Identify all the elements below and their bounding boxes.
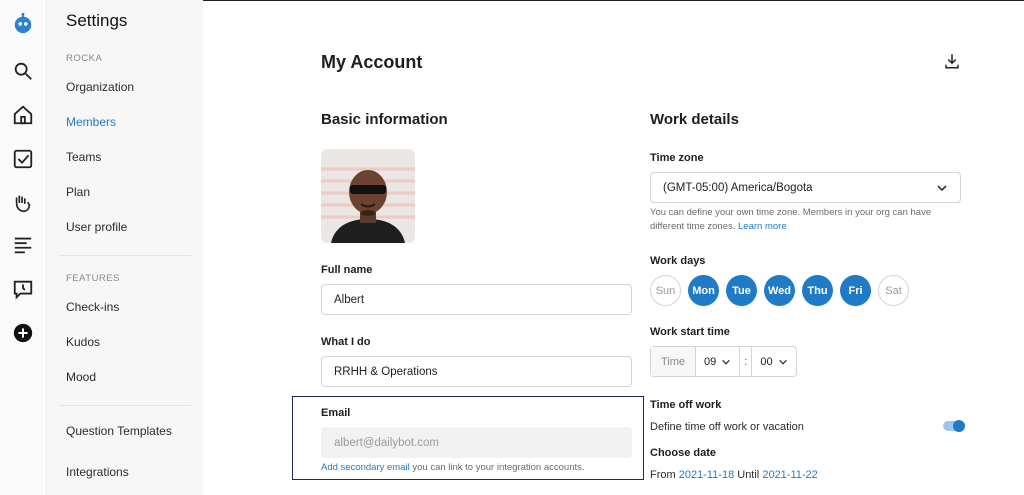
settings-sidebar: Settings ROCKA Organization Members Team… (47, 0, 203, 495)
sidebar-title: Settings (66, 11, 128, 30)
sidebar-divider (59, 405, 191, 406)
work-days-label: Work days (650, 255, 706, 267)
day-thu[interactable]: Thu (802, 275, 833, 306)
hour-value: 09 (704, 355, 717, 368)
day-mon[interactable]: Mon (688, 275, 719, 306)
icon-rail (0, 0, 47, 495)
hands-icon[interactable] (10, 190, 36, 216)
time-zone-label: Time zone (650, 152, 704, 164)
time-zone-hint: You can define your own time zone. Membe… (650, 206, 950, 234)
email-input[interactable]: albert@dailybot.com (321, 427, 632, 458)
from-date-link[interactable]: 2021-11-18 (679, 469, 734, 481)
time-off-toggle[interactable] (943, 420, 965, 432)
date-range: From 2021-11-18 Until 2021-11-22 (650, 469, 818, 481)
sidebar-item-members[interactable]: Members (66, 115, 116, 129)
avatar-illustration (321, 167, 415, 243)
sidebar-item-teams[interactable]: Teams (66, 150, 101, 164)
sidebar-item-kudos[interactable]: Kudos (66, 335, 100, 349)
time-off-description: Define time off work or vacation (650, 421, 804, 433)
day-tue[interactable]: Tue (726, 275, 757, 306)
sidebar-item-plan[interactable]: Plan (66, 185, 90, 199)
day-wed[interactable]: Wed (764, 275, 795, 306)
what-i-do-label: What I do (321, 336, 371, 348)
from-text: From (650, 469, 676, 481)
full-name-input[interactable]: Albert (321, 284, 632, 315)
search-icon[interactable] (10, 58, 36, 84)
sidebar-item-organization[interactable]: Organization (66, 80, 134, 94)
checkbox-icon[interactable] (10, 146, 36, 172)
work-details-heading: Work details (650, 111, 739, 128)
hour-select[interactable]: 09 (696, 347, 739, 376)
time-off-label: Time off work (650, 399, 722, 411)
chevron-down-icon (937, 185, 947, 192)
main-content: My Account Basic information Full name A… (203, 0, 1024, 495)
minute-select[interactable]: 00 (752, 347, 795, 376)
toggle-knob (953, 420, 965, 432)
what-i-do-input[interactable]: RRHH & Operations (321, 356, 632, 387)
choose-date-label: Choose date (650, 447, 717, 459)
add-icon[interactable] (10, 320, 36, 346)
email-label: Email (321, 407, 351, 419)
learn-more-link[interactable]: Learn more (738, 221, 787, 232)
home-icon[interactable] (10, 102, 36, 128)
work-start-time-label: Work start time (650, 326, 730, 338)
page-title: My Account (321, 52, 423, 72)
sidebar-item-question-templates[interactable]: Question Templates (66, 424, 172, 438)
work-days-selector: Sun Mon Tue Wed Thu Fri Sat (650, 275, 909, 306)
time-prefix-label: Time (651, 347, 697, 376)
section-label-org: ROCKA (66, 53, 103, 64)
time-zone-hint-text: You can define your own time zone. Membe… (650, 207, 932, 232)
minute-value: 00 (760, 355, 773, 368)
chevron-down-icon (722, 359, 731, 365)
clock-chat-icon[interactable] (10, 276, 36, 302)
time-zone-select[interactable]: (GMT-05:00) America/Bogota (650, 172, 961, 203)
basic-info-heading: Basic information (321, 111, 448, 128)
day-sat[interactable]: Sat (878, 275, 909, 306)
download-icon[interactable] (943, 52, 961, 70)
dailybot-logo-icon[interactable] (10, 10, 36, 36)
email-hint: Add secondary email you can link to your… (321, 461, 585, 475)
until-date-link[interactable]: 2021-11-22 (762, 469, 817, 481)
sidebar-item-integrations[interactable]: Integrations (66, 465, 129, 479)
avatar[interactable] (321, 149, 415, 243)
add-secondary-email-link[interactable]: Add secondary email (321, 462, 410, 473)
time-zone-value: (GMT-05:00) America/Bogota (663, 181, 813, 194)
list-icon[interactable] (10, 232, 36, 258)
work-start-time-group: Time 09 : 00 (650, 346, 797, 377)
sidebar-divider (59, 255, 191, 256)
day-fri[interactable]: Fri (840, 275, 871, 306)
chevron-down-icon (778, 359, 787, 365)
section-label-features: FEATURES (66, 273, 120, 284)
sidebar-item-mood[interactable]: Mood (66, 370, 96, 384)
full-name-label: Full name (321, 264, 373, 276)
time-separator: : (739, 347, 753, 376)
email-hint-text: you can link to your integration account… (409, 462, 585, 473)
sidebar-item-check-ins[interactable]: Check-ins (66, 300, 119, 314)
until-text: Until (737, 469, 760, 481)
sidebar-item-user-profile[interactable]: User profile (66, 220, 127, 234)
day-sun[interactable]: Sun (650, 275, 681, 306)
